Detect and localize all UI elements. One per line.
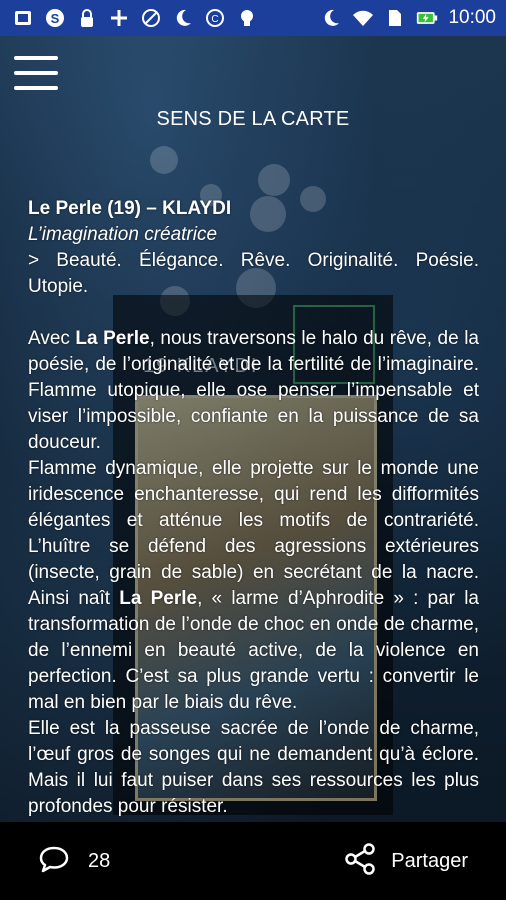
wifi-icon	[352, 7, 374, 29]
blocked-icon	[140, 7, 162, 29]
comment-icon	[38, 845, 70, 878]
bottom-bar: 28 Partager	[0, 822, 506, 900]
fan-icon	[108, 7, 130, 29]
menu-button[interactable]	[14, 56, 58, 92]
share-label: Partager	[391, 849, 468, 872]
card-keywords: > Beauté. Élégance. Rêve. Originalité. P…	[28, 250, 479, 297]
comment-count: 28	[88, 849, 111, 872]
moon-icon	[320, 7, 342, 29]
battery-icon	[416, 7, 438, 29]
clock: 10:00	[448, 7, 496, 28]
bulb-icon	[236, 7, 258, 29]
card-title: Le Perle (19) – KLAYDI	[28, 198, 232, 219]
skype-icon: S	[44, 7, 66, 29]
page-title: SENS DE LA CARTE	[156, 108, 350, 130]
status-bar: S C 10:00	[0, 0, 506, 36]
share-button[interactable]: Partager	[343, 842, 468, 881]
comments-button[interactable]: 28	[38, 845, 110, 878]
lock-icon	[76, 7, 98, 29]
screen-icon	[12, 7, 34, 29]
moon-icon	[172, 7, 194, 29]
paragraph-3: Elle est la passeuse sacrée de l’onde de…	[28, 718, 479, 817]
card-subtitle: L’imagination créatrice	[28, 224, 218, 245]
data-saver-icon: C	[204, 7, 226, 29]
paragraph-1: Avec La Perle, nous traversons le halo d…	[28, 328, 479, 453]
paragraph-2: Flamme dynamique, elle projette sur le m…	[28, 458, 479, 713]
svg-text:S: S	[51, 11, 60, 26]
sim-icon	[384, 7, 406, 29]
card-description: Le Perle (19) – KLAYDI L’imagination cré…	[28, 196, 479, 822]
svg-text:C: C	[211, 14, 218, 25]
share-icon	[343, 842, 377, 881]
